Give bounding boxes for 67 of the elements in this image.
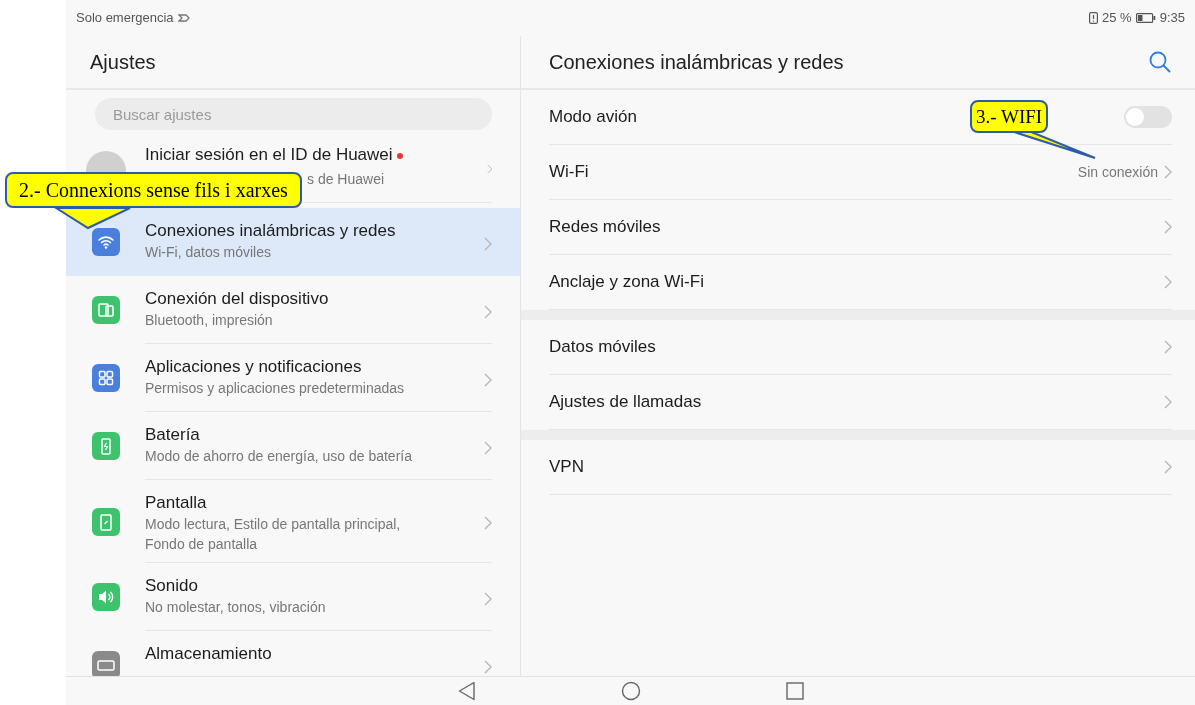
search-field[interactable]: Buscar ajustes	[95, 98, 492, 130]
chevron-icon	[1164, 460, 1172, 474]
carrier-text: Solo emergencia	[76, 9, 174, 28]
row-label: VPN	[549, 456, 584, 479]
search-icon[interactable]	[1149, 51, 1171, 73]
chevron-icon	[1164, 275, 1172, 289]
item-title: Conexión del dispositivo	[145, 288, 330, 310]
row-label: Redes móviles	[549, 216, 661, 239]
pane-title: Conexiones inalámbricas y redes	[549, 50, 844, 75]
settings-row[interactable]: Redes móviles	[549, 200, 1172, 255]
item-subtitle: Wi-Fi, datos móviles	[145, 243, 273, 262]
item-subtitle: Permisos y aplicaciones predeterminadas	[145, 379, 406, 398]
pane-title: Ajustes	[90, 50, 156, 75]
signal-icon	[177, 13, 190, 23]
item-subtitle: Bluetooth, impresión	[145, 311, 274, 330]
row-value: Sin conexión	[1077, 162, 1158, 182]
battery-icon	[1135, 13, 1156, 23]
clock-time: 9:35	[1159, 9, 1185, 28]
chevron-icon	[1164, 340, 1172, 354]
chevron-icon	[1164, 165, 1172, 179]
settings-row[interactable]: Datos móviles	[549, 320, 1172, 375]
row-label: Anclaje y zona Wi-Fi	[549, 271, 704, 294]
item-title: Aplicaciones y notificaciones	[145, 356, 363, 378]
settings-item[interactable]: Almacenamiento	[66, 631, 520, 676]
chevron-icon	[484, 372, 492, 387]
item-title: Almacenamiento	[145, 643, 273, 665]
grid-icon	[91, 364, 120, 392]
settings-item[interactable]: Pantalla Modo lectura, Estilo de pantalla principal, Fondo de pantalla	[66, 480, 520, 563]
chevron-icon	[1164, 220, 1172, 234]
settings-item[interactable]: Batería Modo de ahorro de energía, uso de batería	[66, 412, 520, 480]
battery-alert-icon	[1089, 12, 1099, 24]
recent-apps-icon[interactable]	[785, 682, 804, 700]
item-subtitle: s de Huawei	[307, 170, 385, 189]
chevron-icon	[484, 304, 492, 319]
settings-item[interactable]: Conexiones inalámbricas y redes Wi-Fi, datos móviles	[66, 208, 520, 276]
toggle-switch[interactable]	[1124, 106, 1172, 128]
item-subtitle: No molestar, tonos, vibración	[145, 598, 327, 617]
settings-item[interactable]: Conexión del dispositivo Bluetooth, impresión	[66, 276, 520, 344]
chevron-icon	[484, 236, 492, 251]
settings-item[interactable]: Sonido No molestar, tonos, vibración	[66, 563, 520, 631]
row-label: Ajustes de llamadas	[549, 391, 702, 414]
item-title: Batería	[145, 424, 201, 446]
settings-item[interactable]: Aplicaciones y notificaciones Permisos y aplicaciones predeterminadas	[66, 344, 520, 412]
chevron-icon	[484, 516, 492, 530]
chevron-icon	[484, 591, 492, 606]
item-title: Pantalla	[145, 492, 208, 514]
chevron-icon	[484, 659, 492, 674]
home-icon[interactable]	[620, 681, 641, 701]
item-title: Iniciar sesión en el ID de Huawei	[145, 144, 403, 166]
battery-icon	[91, 432, 120, 460]
annotation-tooltip: 3.- WIFI	[970, 100, 1049, 133]
battery-percent: 25 %	[1102, 9, 1132, 28]
row-label: Wi-Fi	[549, 161, 589, 184]
row-label: Datos móviles	[549, 336, 656, 359]
item-subtitle: Modo lectura, Estilo de pantalla principal, Fondo de pantalla	[145, 515, 402, 554]
item-title: Conexiones inalámbricas y redes	[145, 220, 397, 242]
chevron-icon	[1164, 395, 1172, 409]
wifi-icon	[91, 228, 120, 256]
item-subtitle: Modo de ahorro de energía, uso de batería	[145, 447, 413, 466]
devices-icon	[91, 296, 120, 324]
item-title: Sonido	[145, 575, 199, 597]
chevron-icon	[484, 440, 492, 455]
row-label: Modo avión	[549, 106, 637, 129]
storage-icon	[91, 651, 120, 676]
settings-row[interactable]: VPN	[549, 440, 1172, 495]
back-icon[interactable]	[457, 681, 476, 701]
speaker-icon	[91, 583, 120, 611]
